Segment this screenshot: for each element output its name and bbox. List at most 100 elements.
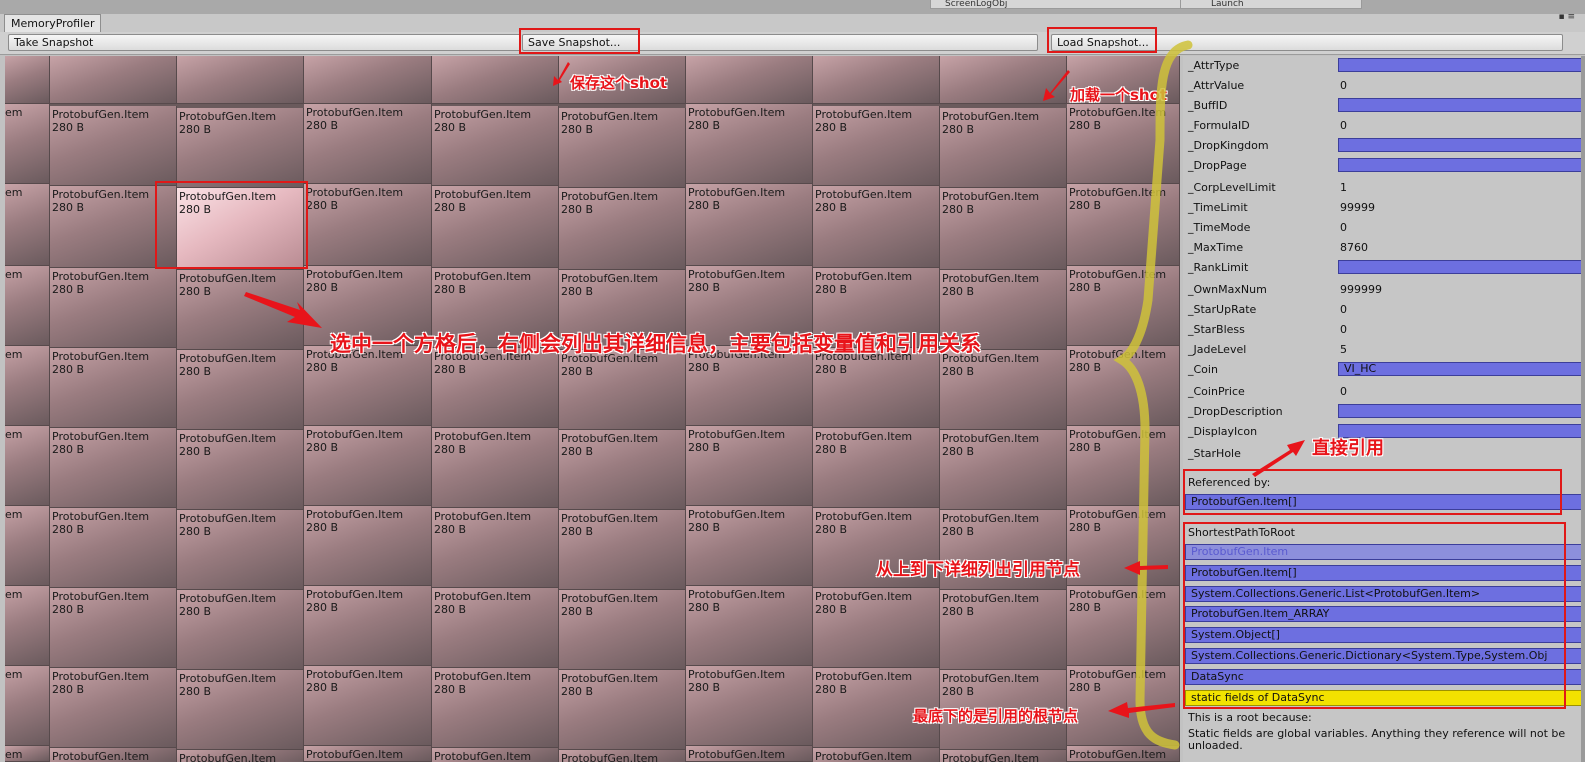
memory-cell[interactable]: ProtobufGen.Item280 B bbox=[559, 750, 686, 762]
memory-cell[interactable]: ProtobufGen.Item280 B bbox=[50, 348, 177, 428]
memory-cell[interactable]: ProtobufGen.Item280 B bbox=[432, 186, 559, 268]
memory-cell[interactable] bbox=[304, 56, 432, 104]
memory-cell[interactable]: ProtobufGen.Item280 B bbox=[50, 668, 177, 748]
memory-cell[interactable] bbox=[50, 56, 177, 104]
tab-memory-profiler[interactable]: MemoryProfiler bbox=[4, 14, 102, 33]
memory-cell[interactable]: ProtobufGen.Item280 B bbox=[50, 588, 177, 668]
root-node-item[interactable]: static fields of DataSync bbox=[1185, 689, 1585, 706]
field-reference-button[interactable]: VI_HC bbox=[1338, 362, 1585, 376]
memory-cell[interactable]: ProtobufGen.Item280 B bbox=[432, 508, 559, 588]
memory-cell[interactable]: ProtobufGen.Item280 B bbox=[432, 348, 559, 428]
memory-cell[interactable]: ProtobufGen.Item280 B bbox=[1067, 746, 1180, 762]
memory-cell[interactable] bbox=[177, 56, 304, 104]
memory-cell[interactable]: ProtobufGen.Item280 B bbox=[1067, 666, 1180, 746]
memory-cell[interactable]: ProtobufGen.Item280 B bbox=[559, 430, 686, 510]
path-node-item[interactable]: System.Object[] bbox=[1185, 627, 1585, 644]
memory-cell[interactable]: ProtobufGen.Item280 B bbox=[50, 186, 177, 268]
memory-cell[interactable]: em bbox=[5, 426, 50, 506]
memory-cell[interactable]: ProtobufGen.Item280 B bbox=[304, 506, 432, 586]
memory-cell[interactable]: ProtobufGen.Item280 B bbox=[50, 748, 177, 762]
memory-cell[interactable]: ProtobufGen.Item280 B bbox=[559, 108, 686, 188]
memory-cell[interactable]: ProtobufGen.Item280 B bbox=[432, 106, 559, 186]
memory-cell[interactable]: ProtobufGen.Item280 B bbox=[813, 588, 940, 668]
memory-cell[interactable]: ProtobufGen.Item280 B bbox=[686, 426, 813, 506]
memory-cell[interactable]: ProtobufGen.Item280 B bbox=[304, 104, 432, 184]
memory-cell[interactable]: ProtobufGen.Item280 B bbox=[559, 510, 686, 590]
take-snapshot-button[interactable]: Take Snapshot bbox=[8, 34, 521, 51]
memory-cell[interactable]: em bbox=[5, 666, 50, 746]
field-reference-button[interactable] bbox=[1338, 98, 1585, 112]
memory-cell[interactable]: ProtobufGen.Item280 B bbox=[686, 346, 813, 426]
memory-cell[interactable]: em bbox=[5, 586, 50, 666]
memory-cell[interactable]: ProtobufGen.Item280 B bbox=[1067, 346, 1180, 426]
memory-cell[interactable]: ProtobufGen.Item280 B bbox=[177, 270, 304, 350]
memory-cell[interactable]: ProtobufGen.Item280 B bbox=[1067, 104, 1180, 184]
memory-cell[interactable] bbox=[813, 56, 940, 104]
memory-cell[interactable]: ProtobufGen.Item280 B bbox=[940, 350, 1067, 430]
memory-cell[interactable] bbox=[940, 56, 1067, 104]
memory-cell[interactable]: ProtobufGen.Item280 B bbox=[559, 590, 686, 670]
memory-cell[interactable]: ProtobufGen.Item280 B bbox=[813, 348, 940, 428]
memory-cell[interactable]: ProtobufGen.Item280 B bbox=[50, 428, 177, 508]
memory-cell[interactable] bbox=[5, 56, 50, 104]
memory-cell[interactable]: ProtobufGen.Item280 B bbox=[813, 748, 940, 762]
memory-cell[interactable]: ProtobufGen.Item280 B bbox=[686, 104, 813, 184]
field-reference-button[interactable] bbox=[1338, 260, 1585, 274]
memory-cell[interactable] bbox=[686, 56, 813, 104]
memory-cell[interactable]: ProtobufGen.Item280 B bbox=[304, 426, 432, 506]
memory-cell[interactable]: ProtobufGen.Item280 B bbox=[940, 590, 1067, 670]
memory-cell[interactable]: ProtobufGen.Item280 B bbox=[177, 350, 304, 430]
memory-cell[interactable]: ProtobufGen.Item280 B bbox=[304, 666, 432, 746]
memory-cell[interactable]: ProtobufGen.Item280 B bbox=[304, 586, 432, 666]
background-tab[interactable]: Launch bbox=[1180, 0, 1362, 9]
memory-cell[interactable]: em bbox=[5, 266, 50, 346]
memory-cell[interactable]: ProtobufGen.Item280 B bbox=[177, 670, 304, 750]
memory-cell[interactable]: em bbox=[5, 506, 50, 586]
memory-cell[interactable] bbox=[432, 56, 559, 104]
field-reference-button[interactable] bbox=[1338, 404, 1585, 418]
memory-cell[interactable]: em bbox=[5, 346, 50, 426]
memory-cell[interactable]: ProtobufGen.Item280 B bbox=[686, 666, 813, 746]
memory-cell[interactable]: ProtobufGen.Item280 B bbox=[1067, 184, 1180, 266]
window-menu-icon[interactable]: ▪ ≡ bbox=[1558, 12, 1575, 22]
field-reference-button[interactable] bbox=[1338, 58, 1585, 72]
memory-cell[interactable]: ProtobufGen.Item280 B bbox=[432, 428, 559, 508]
memory-cell[interactable]: ProtobufGen.Item280 B bbox=[940, 430, 1067, 510]
path-node-item[interactable]: System.Collections.Generic.List<Protobuf… bbox=[1185, 585, 1585, 602]
memory-cell[interactable]: ProtobufGen.Item280 B bbox=[940, 108, 1067, 188]
memory-cell[interactable]: ProtobufGen.Item280 B bbox=[177, 750, 304, 762]
memory-cell[interactable]: ProtobufGen.Item280 B bbox=[177, 108, 304, 188]
memory-cell[interactable]: ProtobufGen.Item280 B bbox=[432, 588, 559, 668]
path-node-item[interactable]: DataSync bbox=[1185, 668, 1585, 685]
memory-cell[interactable]: ProtobufGen.Item280 B bbox=[686, 746, 813, 762]
memory-cell[interactable]: ProtobufGen.Item280 B bbox=[686, 506, 813, 586]
memory-cell[interactable]: ProtobufGen.Item280 B bbox=[813, 428, 940, 508]
memory-cell[interactable]: ProtobufGen.Item280 B bbox=[686, 586, 813, 666]
memory-cell[interactable]: ProtobufGen.Item280 B bbox=[940, 750, 1067, 762]
memory-cell[interactable]: ProtobufGen.Item280 B bbox=[432, 748, 559, 762]
memory-cell[interactable]: ProtobufGen.Item280 B bbox=[1067, 426, 1180, 506]
path-node-item[interactable]: ProtobufGen.Item_ARRAY bbox=[1185, 606, 1585, 623]
memory-cell[interactable]: ProtobufGen.Item280 B bbox=[559, 670, 686, 750]
memory-cell[interactable]: ProtobufGen.Item280 B bbox=[50, 106, 177, 186]
memory-treemap-grid[interactable]: em ProtobufGen.Item 280 B ProtobufGen.Item 2… bbox=[5, 56, 1180, 762]
referenced-by-item[interactable]: ProtobufGen.Item[] bbox=[1185, 494, 1585, 510]
save-snapshot-button[interactable]: Save Snapshot... bbox=[522, 34, 1038, 51]
path-node-item[interactable]: ProtobufGen.Item bbox=[1185, 544, 1585, 560]
memory-cell[interactable]: em bbox=[5, 746, 50, 762]
memory-cell[interactable]: em bbox=[5, 184, 50, 266]
load-snapshot-button[interactable]: Load Snapshot... bbox=[1051, 34, 1563, 51]
field-reference-button[interactable] bbox=[1338, 158, 1585, 172]
memory-cell[interactable]: ProtobufGen.Item280 B bbox=[559, 350, 686, 430]
memory-cell[interactable]: ProtobufGen.Item280 B bbox=[177, 510, 304, 590]
memory-cell[interactable]: ProtobufGen.Item280 B bbox=[686, 184, 813, 266]
memory-cell[interactable]: ProtobufGen.Item280 B bbox=[177, 430, 304, 510]
background-tab[interactable]: ScreenLogObj bbox=[930, 0, 1181, 9]
memory-cell[interactable]: ProtobufGen.Item280 B bbox=[432, 668, 559, 748]
memory-cell[interactable]: ProtobufGen.Item280 B bbox=[304, 184, 432, 266]
memory-cell[interactable]: ProtobufGen.Item280 B bbox=[1067, 586, 1180, 666]
memory-cell[interactable]: ProtobufGen.Item280 B bbox=[940, 188, 1067, 270]
path-node-item[interactable]: ProtobufGen.Item[] bbox=[1185, 564, 1585, 581]
memory-cell[interactable]: em bbox=[5, 104, 50, 184]
memory-cell[interactable]: ProtobufGen.Item280 B bbox=[50, 268, 177, 348]
